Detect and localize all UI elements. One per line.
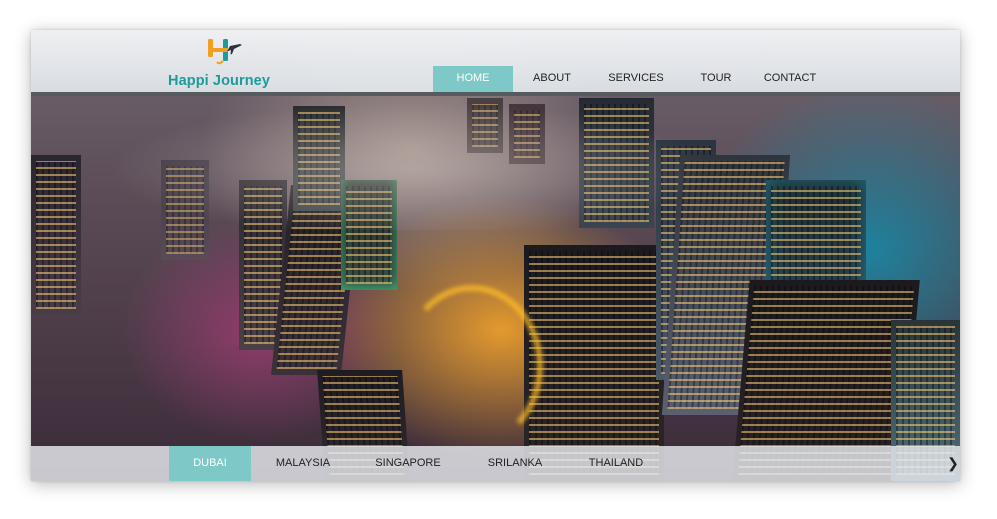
tab-singapore[interactable]: SINGAPORE	[366, 446, 450, 481]
fog-haze	[31, 90, 960, 230]
site-logo[interactable]: Happi Journey	[168, 36, 278, 90]
nav-about[interactable]: ABOUT	[521, 66, 583, 92]
logo-text: Happi Journey	[168, 73, 271, 89]
site-header: Happi Journey HOME ABOUT SERVICES TOUR C…	[31, 30, 960, 92]
hero-image	[31, 30, 960, 481]
tab-malaysia[interactable]: MALAYSIA	[263, 446, 343, 481]
tab-dubai[interactable]: DUBAI	[169, 446, 251, 481]
nav-tour[interactable]: TOUR	[686, 66, 746, 92]
tab-srilanka[interactable]: SRILANKA	[477, 446, 553, 481]
nav-home[interactable]: HOME	[433, 66, 513, 92]
header-divider	[31, 92, 960, 96]
glowing-road	[401, 285, 543, 447]
chevron-right-icon[interactable]: ❯	[946, 446, 960, 481]
airplane-h-logo-icon	[208, 39, 242, 65]
website-frame: Happi Journey HOME ABOUT SERVICES TOUR C…	[31, 30, 960, 481]
nav-services[interactable]: SERVICES	[596, 66, 676, 92]
nav-contact[interactable]: CONTACT	[758, 66, 822, 92]
destination-tabs: DUBAI MALAYSIA SINGAPORE SRILANKA THAILA…	[31, 446, 960, 481]
tab-thailand[interactable]: THAILAND	[577, 446, 655, 481]
